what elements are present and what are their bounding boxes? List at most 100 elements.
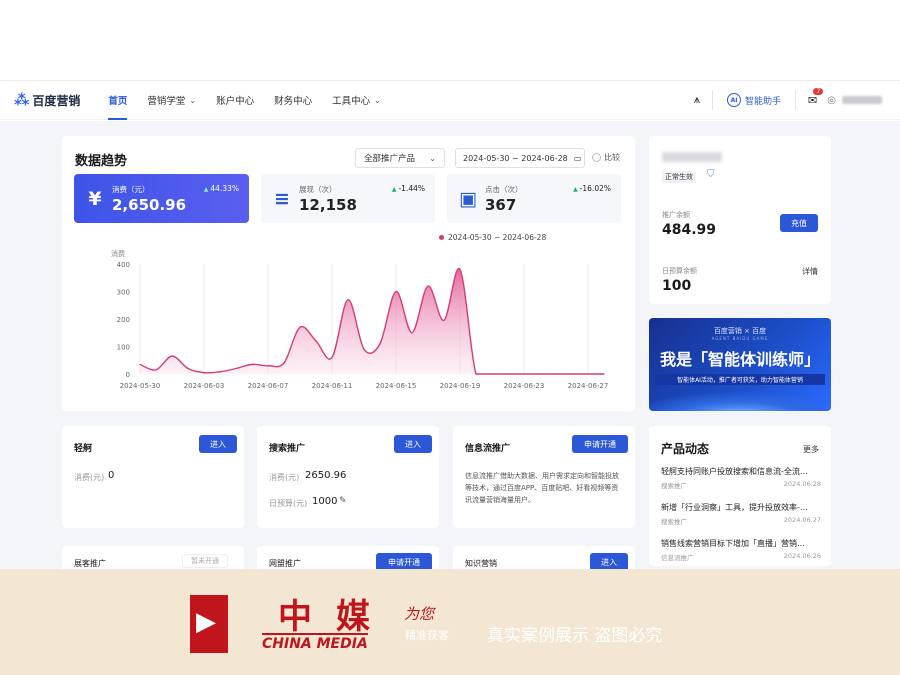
budget-value: 100 [662, 278, 692, 294]
news-item-tag: 搜索推广 [661, 482, 687, 490]
trend-up-icon: ▲ [391, 186, 397, 193]
top-blank-area [0, 0, 900, 80]
product-title: 展客推广 [74, 559, 106, 568]
nav-menu: 首页 营销学堂 ⌄ 账户中心 财务中心 工具中心 ⌄ [98, 80, 390, 120]
data-point [299, 326, 301, 328]
news-item-title: 新增「行业洞察」工具，提升投放效率-… [661, 503, 808, 512]
top-nav: ⁂ 百度营销 首页 营销学堂 ⌄ 账户中心 财务中心 工具中心 ⌄ ⩚ AI 智能助… [0, 80, 900, 120]
nav-item-account[interactable]: 账户中心 [206, 80, 264, 120]
metric-change-value: -1.44% [398, 184, 425, 193]
watermark-banner: ▶ 中媒 为您 CHINA MEDIA 精准获客 真实案例展示 盗图必究 [0, 569, 900, 675]
nav-item-label: 工具中心 [332, 96, 371, 107]
message-icon[interactable]: ✉ 7 [808, 87, 824, 107]
org-chart-icon[interactable]: ⩚ [694, 93, 700, 107]
assistant-button[interactable]: AI 智能助手 [712, 90, 797, 110]
date-range-value: 2024-05-30 ~ 2024-06-28 [463, 153, 568, 163]
nav-item-label: 首页 [108, 96, 128, 107]
data-trend-card: 数据趋势 全部推广产品 ⌄ 2024-05-30 ~ 2024-06-28 ▭ 比较… [62, 136, 635, 411]
spend-label: 消费(元) [74, 473, 105, 482]
news-item-date: 2024.06.28 [783, 480, 821, 488]
data-point [139, 363, 141, 365]
nav-item-label: 营销学堂 [147, 96, 186, 107]
logo[interactable]: ⁂ 百度营销 [14, 91, 80, 109]
date-range-picker[interactable]: 2024-05-30 ~ 2024-06-28 ▭ [455, 148, 585, 168]
news-item[interactable]: 销售线索营销目标下增加「直播」营销… 信息流推广 2024.06.26 [661, 538, 821, 562]
watermark-tag: 精准获客 [405, 629, 449, 642]
data-point [571, 373, 573, 375]
nav-item-academy[interactable]: 营销学堂 ⌄ [137, 80, 206, 120]
detail-link[interactable]: 详情 [802, 266, 818, 277]
banner-headline: 我是「智能体训练师」 [659, 350, 820, 369]
data-point [251, 363, 253, 365]
x-tick-label: 2024-06-07 [248, 382, 289, 390]
news-item-title: 轻舸支持同账户投放搜索和信息流-全流… [661, 467, 808, 476]
promo-banner[interactable]: 百度营销 × 百度 AGENT BAIDU GAME 我是「智能体训练师」 智能… [649, 318, 831, 411]
product-title: 搜索推广 [269, 444, 306, 454]
news-item-date: 2024.06.26 [783, 552, 821, 560]
data-point [347, 299, 349, 301]
data-point [555, 373, 557, 375]
product-card-feed: 信息流推广 申请开通 信息流推广借助大数据、用户需求定向和智能投放等技术，通过百… [453, 426, 635, 528]
banner-glow [649, 391, 831, 411]
metric-card-impressions[interactable]: ≡ 展现（次） 12,158 ▲ -1.44% [261, 174, 435, 223]
data-point [539, 373, 541, 375]
x-tick-label: 2024-06-23 [504, 382, 545, 390]
y-tick-label: 100 [117, 344, 130, 352]
x-tick-label: 2024-06-15 [376, 382, 417, 390]
username-blurred[interactable] [842, 96, 882, 104]
chart-legend: 2024-05-30 ~ 2024-06-28 [439, 233, 546, 242]
product-card-search: 搜索推广 进入 消费(元) 2650.96 日预算(元) 1000 ✎ [257, 426, 439, 528]
metric-change: ▲ -16.02% [573, 184, 611, 193]
news-item-meta: 信息流推广 2024.06.26 [661, 552, 821, 562]
metric-card-clicks[interactable]: ▣ 点击（次） 367 ▲ -16.02% [447, 174, 621, 223]
metric-label: 消费（元） [112, 185, 150, 194]
data-point [235, 367, 237, 370]
data-point [379, 343, 381, 345]
status-badge: 正常生效 [662, 171, 696, 183]
nav-item-finance[interactable]: 财务中心 [264, 80, 322, 120]
product-title: 网盟推广 [269, 559, 301, 568]
data-point [315, 340, 317, 342]
data-point [603, 373, 605, 375]
account-name-blurred [662, 152, 722, 162]
news-item[interactable]: 新增「行业洞察」工具，提升投放效率-… 搜索推广 2024.06.27 [661, 502, 821, 526]
data-point [219, 371, 221, 373]
apply-button[interactable]: 申请开通 [572, 435, 628, 453]
data-point [395, 290, 397, 293]
metric-card-spend[interactable]: ¥ 消费（元） 2,650.96 ▲ 44.33% [74, 174, 249, 223]
data-point [171, 355, 173, 357]
trend-title: 数据趋势 [75, 154, 128, 169]
spend-value: 2650.96 [305, 470, 347, 481]
data-point [507, 373, 509, 375]
banner-brand: 百度营销 × 百度 [713, 327, 767, 335]
product-title: 知识营销 [465, 559, 497, 568]
chevron-down-icon: ⌄ [429, 153, 436, 163]
news-item-title: 销售线索营销目标下增加「直播」营销… [661, 539, 805, 548]
data-point [203, 372, 205, 374]
legend-label: 2024-05-30 ~ 2024-06-28 [448, 233, 547, 242]
watermark-cn: 中媒 [278, 597, 394, 637]
enter-button[interactable]: 进入 [199, 435, 237, 453]
x-tick-label: 2024-06-19 [440, 382, 481, 390]
edit-icon[interactable]: ✎ [339, 496, 347, 506]
x-tick-label: 2024-06-27 [568, 382, 609, 390]
banner-subline: 智能体AI活动，推广者可获奖，助力智能体营销 [655, 374, 825, 385]
data-point [411, 332, 413, 334]
ai-icon: AI [727, 93, 742, 107]
compare-toggle[interactable]: 比较 [592, 152, 620, 163]
banner-brand-sub: AGENT BAIDU GAME [711, 336, 769, 341]
metric-value: 367 [485, 196, 517, 214]
not-open-button[interactable]: 暂未开通 [182, 554, 228, 568]
product-select[interactable]: 全部推广产品 ⌄ [355, 148, 445, 168]
metric-change-value: -16.02% [579, 184, 611, 193]
avatar-icon[interactable]: ◎ [827, 95, 836, 106]
data-point [459, 268, 461, 271]
more-link[interactable]: 更多 [803, 444, 819, 455]
enter-button[interactable]: 进入 [394, 435, 432, 453]
product-description: 信息流推广借助大数据、用户需求定向和智能投放等技术，通过百度APP、百度贴吧、好… [465, 472, 619, 504]
data-point [491, 373, 493, 375]
nav-item-home[interactable]: 首页 [98, 80, 137, 120]
news-item[interactable]: 轻舸支持同账户投放搜索和信息流-全流… 搜索推广 2024.06.28 [661, 466, 821, 490]
recharge-button[interactable]: 充值 [780, 214, 818, 232]
nav-item-tools[interactable]: 工具中心 ⌄ [322, 80, 391, 120]
